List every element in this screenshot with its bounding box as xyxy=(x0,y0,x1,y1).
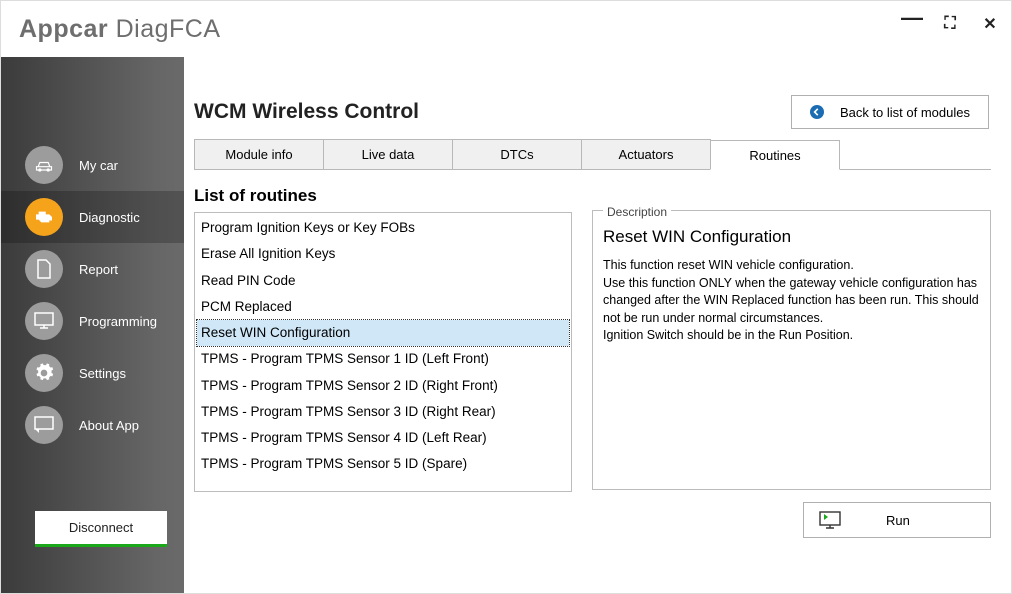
tab-dtcs[interactable]: DTCs xyxy=(452,139,582,169)
sidebar-item-label: Programming xyxy=(79,314,157,329)
tab-module-info[interactable]: Module info xyxy=(194,139,324,169)
routines-listbox[interactable]: Program Ignition Keys or Key FOBsErase A… xyxy=(194,212,572,492)
about-icon xyxy=(25,406,63,444)
close-icon[interactable]: ✕ xyxy=(981,14,999,34)
sidebar-item-label: Settings xyxy=(79,366,126,381)
sidebar-item-label: About App xyxy=(79,418,139,433)
sidebar: My car Diagnostic Report Programming Set… xyxy=(1,57,184,593)
list-item[interactable]: Program Ignition Keys or Key FOBs xyxy=(197,215,569,241)
monitor-icon xyxy=(25,302,63,340)
sidebar-item-programming[interactable]: Programming xyxy=(1,295,184,347)
app-name-bold: Appcar xyxy=(19,15,108,43)
list-item[interactable]: Read PIN Code xyxy=(197,268,569,294)
gear-icon xyxy=(25,354,63,392)
run-button-label: Run xyxy=(886,513,910,528)
tabs: Module info Live data DTCs Actuators Rou… xyxy=(194,139,991,170)
description-caption: Description xyxy=(603,205,671,219)
app-name-regular: DiagFCA xyxy=(116,15,221,43)
back-button[interactable]: Back to list of modules xyxy=(791,95,989,129)
back-button-label: Back to list of modules xyxy=(840,105,970,120)
disconnect-button[interactable]: Disconnect xyxy=(35,511,167,547)
sidebar-item-diagnostic[interactable]: Diagnostic xyxy=(1,191,184,243)
list-item[interactable]: PCM Replaced xyxy=(197,294,569,320)
car-icon xyxy=(25,146,63,184)
list-item[interactable]: TPMS - Program TPMS Sensor 4 ID (Left Re… xyxy=(197,425,569,451)
maximize-icon[interactable]: ⛶ xyxy=(941,15,959,33)
run-icon xyxy=(818,510,842,530)
list-title: List of routines xyxy=(194,186,572,206)
list-item[interactable]: Erase All Ignition Keys xyxy=(197,241,569,267)
tab-actuators[interactable]: Actuators xyxy=(581,139,711,169)
description-body: This function reset WIN vehicle configur… xyxy=(603,257,980,345)
arrow-left-icon xyxy=(810,105,824,119)
document-icon xyxy=(25,250,63,288)
sidebar-item-label: My car xyxy=(79,158,118,173)
main-content: WCM Wireless Control Back to list of mod… xyxy=(184,57,1011,593)
minimize-icon[interactable]: — xyxy=(901,5,919,31)
list-item[interactable]: TPMS - Program TPMS Sensor 5 ID (Spare) xyxy=(197,451,569,477)
window-controls: — ⛶ ✕ xyxy=(901,11,999,37)
tab-routines[interactable]: Routines xyxy=(710,140,840,170)
list-item[interactable]: Reset WIN Configuration xyxy=(197,320,569,346)
list-item[interactable]: TPMS - Program TPMS Sensor 1 ID (Left Fr… xyxy=(197,346,569,372)
app-title: Appcar DiagFCA xyxy=(19,15,221,44)
description-box: Description Reset WIN Configuration This… xyxy=(592,210,991,490)
page-title: WCM Wireless Control xyxy=(194,100,419,124)
sidebar-item-about[interactable]: About App xyxy=(1,399,184,451)
sidebar-item-label: Diagnostic xyxy=(79,210,140,225)
sidebar-item-settings[interactable]: Settings xyxy=(1,347,184,399)
tab-live-data[interactable]: Live data xyxy=(323,139,453,169)
sidebar-item-label: Report xyxy=(79,262,118,277)
sidebar-item-mycar[interactable]: My car xyxy=(1,139,184,191)
description-title: Reset WIN Configuration xyxy=(603,227,980,247)
engine-icon xyxy=(25,198,63,236)
titlebar: Appcar DiagFCA — ⛶ ✕ xyxy=(1,1,1011,57)
sidebar-item-report[interactable]: Report xyxy=(1,243,184,295)
list-item[interactable]: TPMS - Program TPMS Sensor 2 ID (Right F… xyxy=(197,373,569,399)
list-item[interactable]: TPMS - Program TPMS Sensor 3 ID (Right R… xyxy=(197,399,569,425)
run-button[interactable]: Run xyxy=(803,502,991,538)
